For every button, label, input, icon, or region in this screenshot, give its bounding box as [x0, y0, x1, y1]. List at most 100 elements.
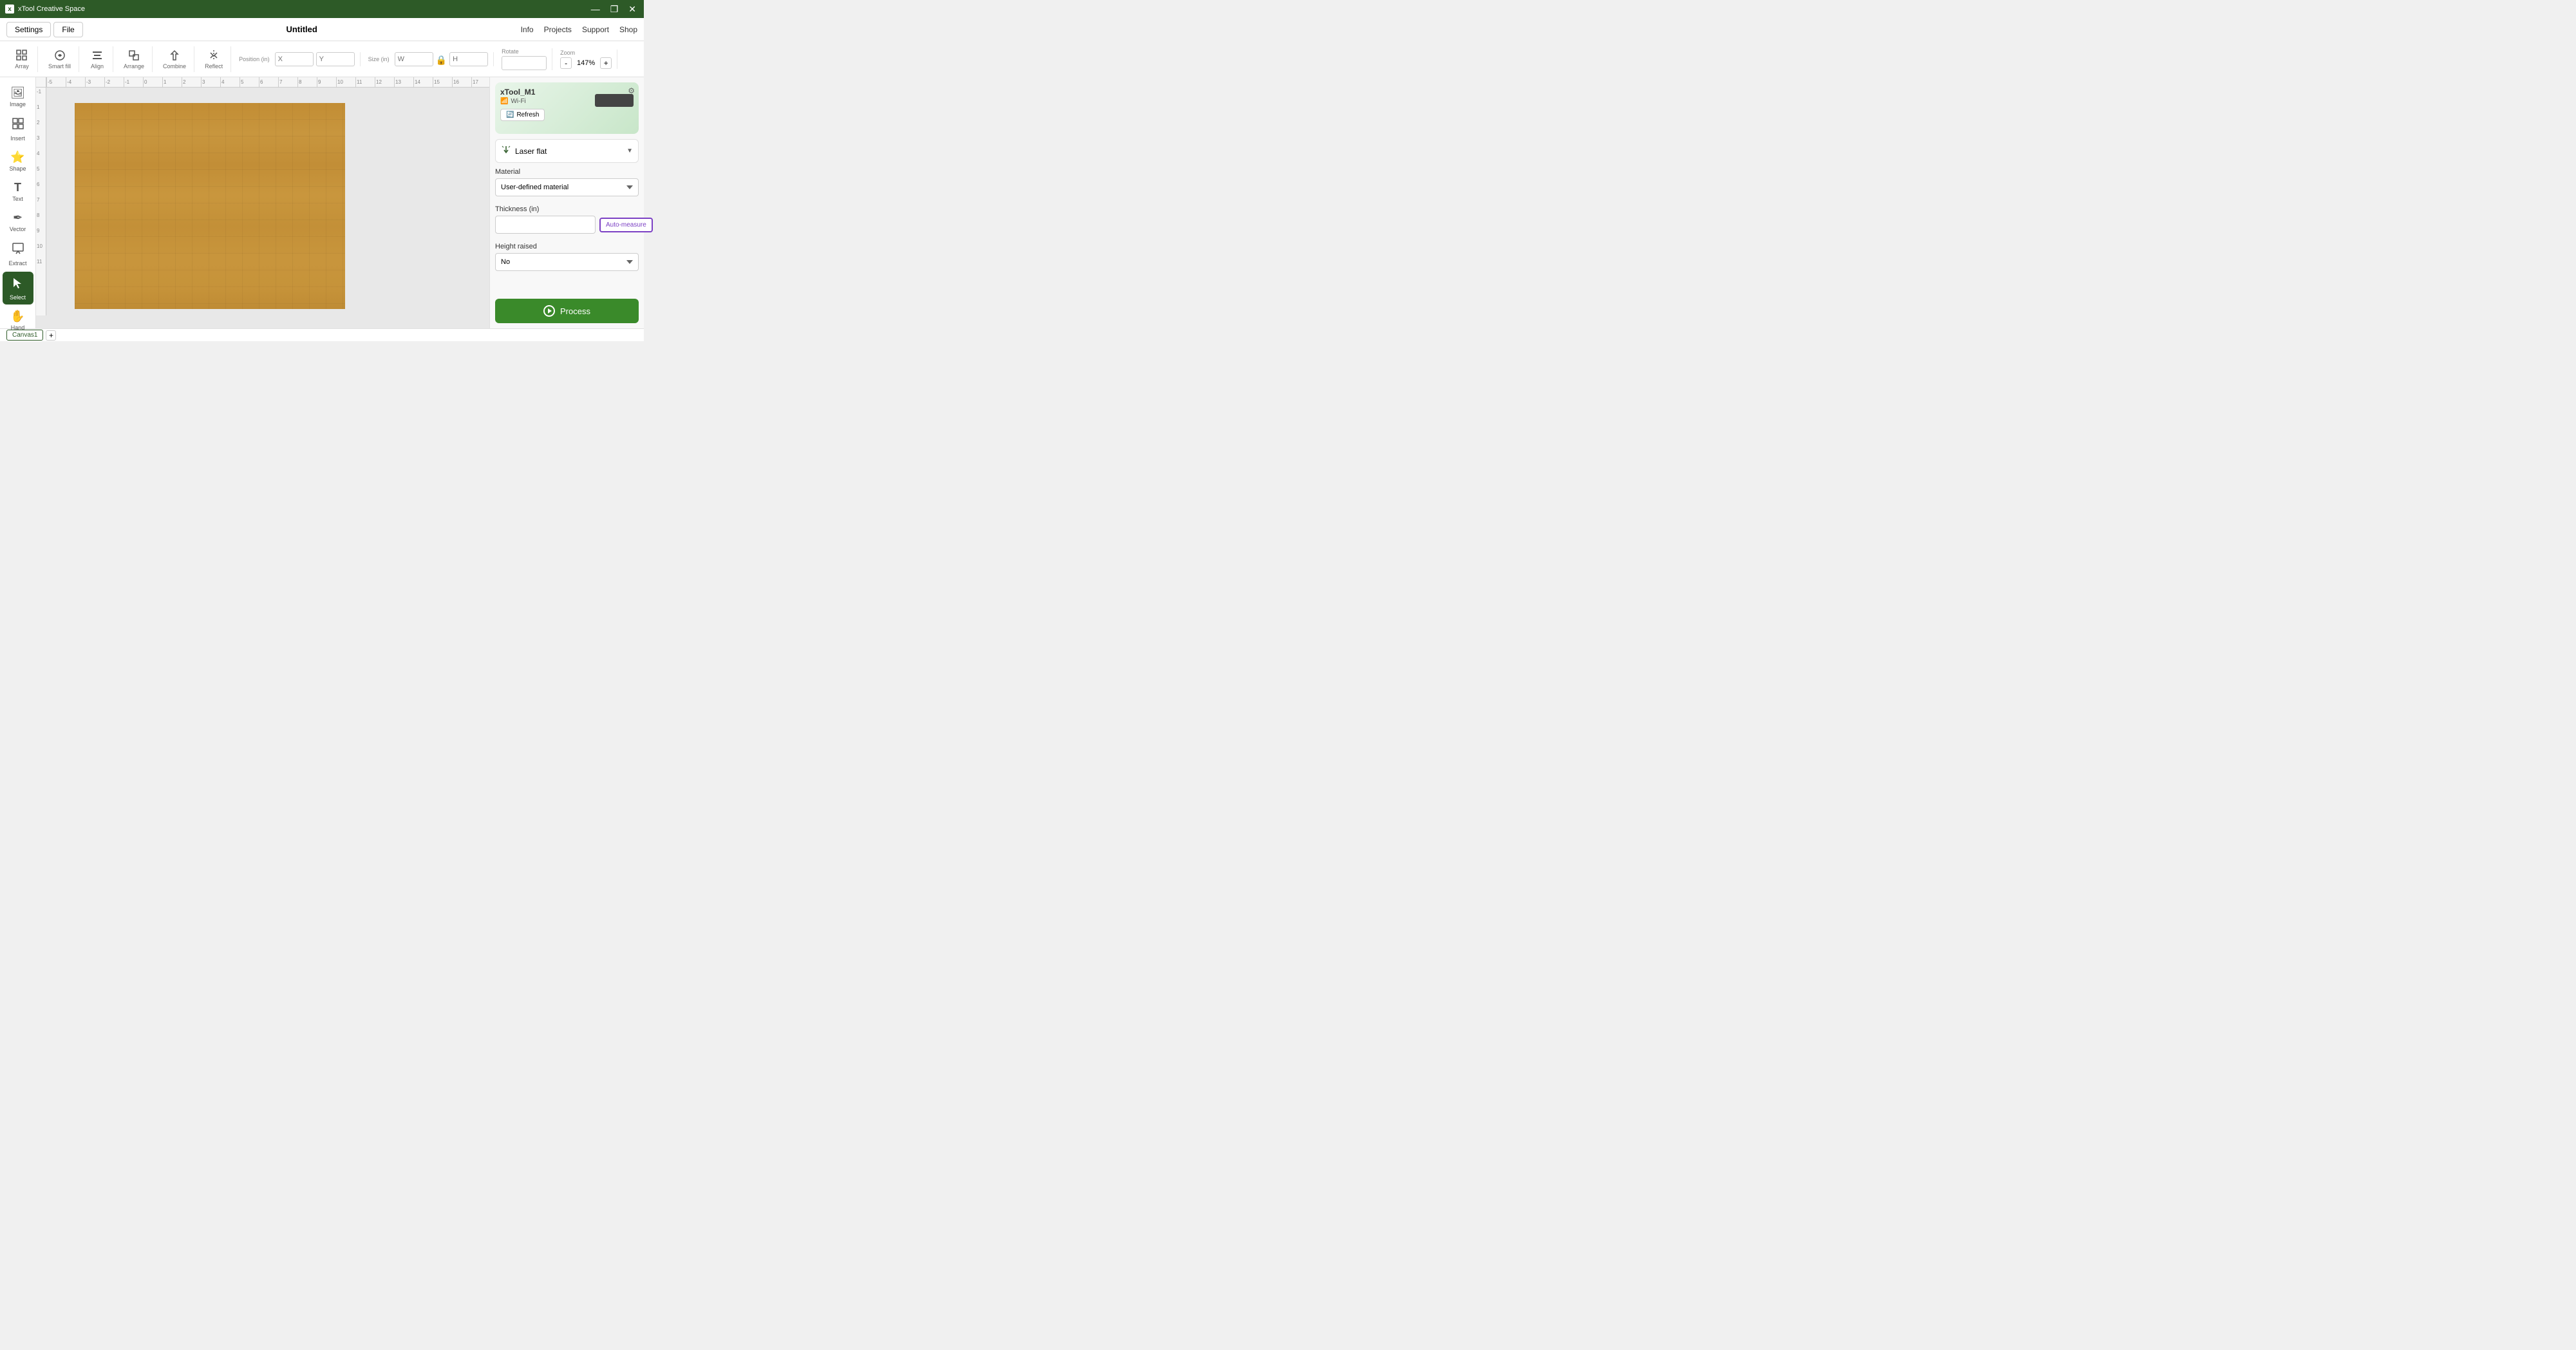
thickness-row: Auto-measure: [495, 216, 639, 234]
device-preview: [595, 88, 634, 113]
app-title: xTool Creative Space: [18, 5, 85, 13]
ruler-mark: 10: [336, 77, 355, 88]
array-tool[interactable]: Array: [10, 46, 33, 72]
ruler-top: -5 -4 -3 -2 -1 0 1 2 3 4 5 6 7 8 9 10 11…: [46, 77, 489, 88]
sidebar-item-extract[interactable]: Extract: [3, 238, 33, 270]
ruler-left-mark: 2: [36, 118, 46, 134]
thickness-input[interactable]: [495, 216, 596, 234]
maximize-button[interactable]: ❐: [608, 4, 621, 15]
zoom-value: 147%: [574, 59, 597, 67]
ruler-left-mark: 11: [36, 258, 46, 273]
ruler-mark: -1: [124, 77, 143, 88]
ruler-mark: 13: [394, 77, 413, 88]
reflect-tool[interactable]: Reflect: [201, 46, 227, 72]
extract-label: Extract: [8, 260, 26, 267]
settings-button[interactable]: Settings: [6, 22, 51, 37]
menu-bar: Settings File Untitled Info Projects Sup…: [0, 18, 644, 41]
menu-bar-left: Settings File: [6, 22, 83, 37]
right-panel: ⚙ xTool_M1 📶 Wi-Fi 🔄 Refresh Laser flat: [489, 77, 644, 328]
material-section: Material User-defined material Wood Acry…: [495, 168, 639, 196]
title-bar-controls[interactable]: — ❐ ✕: [588, 4, 639, 15]
close-button[interactable]: ✕: [626, 4, 639, 15]
w-input[interactable]: [395, 52, 433, 66]
ruler-mark: 0: [143, 77, 162, 88]
align-label: Align: [91, 63, 104, 70]
ruler-mark: 4: [220, 77, 240, 88]
auto-measure-button[interactable]: Auto-measure: [599, 218, 653, 232]
select-icon: [11, 276, 25, 293]
laser-mode-label: Laser flat: [515, 147, 547, 156]
title-bar-left: xTool Creative Space: [5, 5, 85, 14]
rotate-input[interactable]: [502, 56, 547, 70]
zoom-label: Zoom: [560, 50, 612, 56]
process-button[interactable]: Process: [495, 299, 639, 323]
sidebar-item-image[interactable]: 🖼 Image: [3, 82, 33, 111]
ruler-left-mark: -1: [36, 88, 46, 103]
height-raised-label: Height raised: [495, 243, 639, 250]
vector-label: Vector: [10, 226, 26, 232]
material-select[interactable]: User-defined material Wood Acrylic Leath…: [495, 178, 639, 196]
combine-label: Combine: [163, 63, 186, 70]
ruler-left-mark: 1: [36, 103, 46, 118]
ruler-left-mark: 5: [36, 165, 46, 180]
canvas1-tab[interactable]: Canvas1: [6, 330, 43, 341]
menu-bar-right: Info Projects Support Shop: [521, 25, 637, 34]
align-tool[interactable]: Align: [86, 46, 109, 72]
info-link[interactable]: Info: [521, 25, 534, 34]
combine-icon: [168, 49, 181, 62]
ruler-mark: 17: [471, 77, 489, 88]
file-button[interactable]: File: [53, 22, 82, 37]
text-icon: T: [14, 181, 21, 194]
canvas-area[interactable]: -5 -4 -3 -2 -1 0 1 2 3 4 5 6 7 8 9 10 11…: [36, 77, 489, 328]
combine-tool[interactable]: Combine: [159, 46, 190, 72]
add-canvas-button[interactable]: +: [46, 330, 56, 341]
ruler-mark: -5: [46, 77, 66, 88]
ruler-left-mark: 4: [36, 149, 46, 165]
vector-icon: ✒: [13, 211, 23, 225]
sidebar-item-insert[interactable]: Insert: [3, 113, 33, 145]
zoom-minus-button[interactable]: -: [560, 57, 572, 69]
ruler-left-mark: 6: [36, 180, 46, 196]
x-input[interactable]: [275, 52, 314, 66]
sidebar-item-shape[interactable]: ⭐ Shape: [3, 147, 33, 176]
rotate-section: Rotate: [496, 48, 552, 70]
sidebar-item-vector[interactable]: ✒ Vector: [3, 207, 33, 236]
shop-link[interactable]: Shop: [619, 25, 637, 34]
zoom-plus-button[interactable]: +: [600, 57, 612, 69]
w-field-group: [395, 52, 433, 66]
ruler-left-mark: 9: [36, 227, 46, 242]
support-link[interactable]: Support: [582, 25, 609, 34]
select-label: Select: [10, 294, 26, 301]
size-label: Size (in): [368, 56, 390, 62]
array-label: Array: [15, 63, 29, 70]
image-label: Image: [10, 101, 26, 108]
y-field-group: [316, 52, 355, 66]
wood-canvas[interactable]: [75, 103, 345, 309]
laser-dropdown-arrow: ▼: [626, 147, 633, 155]
minimize-button[interactable]: —: [588, 4, 603, 15]
height-raised-select[interactable]: No Yes: [495, 253, 639, 271]
arrange-tool[interactable]: Arrange: [120, 46, 148, 72]
sidebar-item-select[interactable]: Select: [3, 272, 33, 305]
y-input[interactable]: [316, 52, 355, 66]
laser-icon: [501, 145, 511, 157]
arrange-icon: [127, 49, 140, 62]
laser-section[interactable]: Laser flat ▼: [495, 139, 639, 163]
refresh-label: Refresh: [516, 111, 539, 118]
ruler-mark: -4: [66, 77, 85, 88]
x-field-group: [275, 52, 314, 66]
h-field-group: [449, 52, 488, 66]
smart-fill-label: Smart fill: [48, 63, 71, 70]
h-input[interactable]: [449, 52, 488, 66]
smart-fill-tool[interactable]: Smart fill: [44, 46, 75, 72]
shape-label: Shape: [9, 165, 26, 172]
align-group: Align: [82, 46, 113, 72]
refresh-button[interactable]: 🔄 Refresh: [500, 109, 545, 121]
sidebar-item-text[interactable]: T Text: [3, 177, 33, 206]
projects-link[interactable]: Projects: [544, 25, 572, 34]
arrange-group: Arrange: [116, 46, 153, 72]
position-fields: Position (in): [234, 52, 361, 66]
ruler-left-mark: 8: [36, 211, 46, 227]
ruler-left-mark: 3: [36, 134, 46, 149]
ruler-mark: 8: [297, 77, 317, 88]
